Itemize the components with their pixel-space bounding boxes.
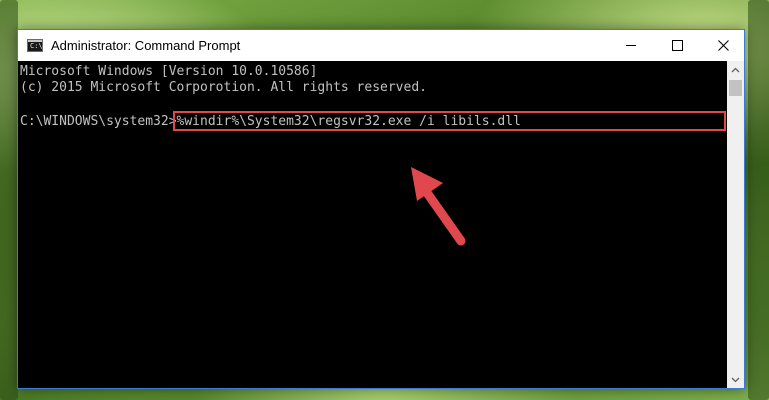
scroll-down-arrow-icon [731,377,740,382]
title-bar[interactable]: C:\ Administrator: Command Prompt [18,30,744,61]
command-prompt-window[interactable]: C:\ Administrator: Command Prompt Micros… [17,29,745,389]
window-title: Administrator: Command Prompt [51,38,241,53]
scroll-down-button[interactable] [727,371,744,388]
command-prompt-icon: C:\ [27,39,43,52]
app-icon-text: C:\ [30,42,43,50]
scroll-up-button[interactable] [727,61,744,78]
close-icon [717,40,729,51]
scroll-up-arrow-icon [731,67,740,72]
maximize-button[interactable] [654,30,700,61]
minimize-icon [626,45,636,46]
background-tree [748,0,769,400]
red-arrow-icon [411,167,466,246]
console-output[interactable]: Microsoft Windows [Version 10.0.10586] (… [18,61,728,388]
maximize-icon [671,40,683,51]
console-line: Microsoft Windows [Version 10.0.10586] [20,64,318,79]
vertical-scrollbar[interactable] [727,61,744,388]
minimize-button[interactable] [608,30,654,61]
close-button[interactable] [700,30,746,61]
console-line: (c) 2015 Microsoft Corporotion. All righ… [20,80,427,95]
background-tree [0,0,18,400]
command-highlight-box [173,111,726,131]
scrollbar-thumb[interactable] [729,80,742,96]
